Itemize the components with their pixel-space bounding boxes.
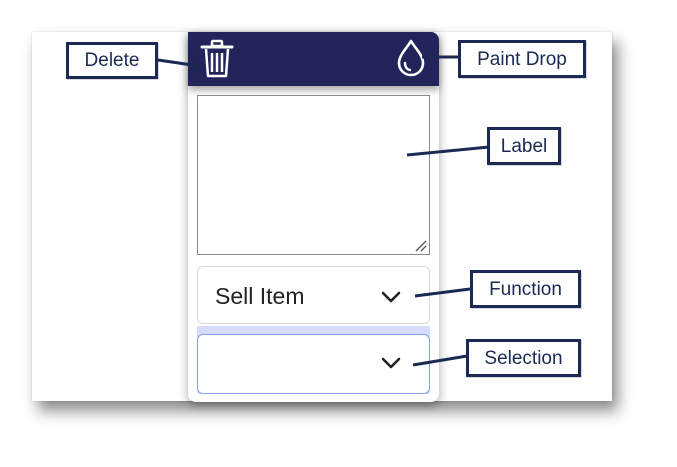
callout-paint-drop-text: Paint Drop (477, 48, 567, 70)
callout-paint-drop: Paint Drop (458, 40, 586, 78)
paint-drop-button[interactable] (394, 38, 428, 78)
callout-label-text: Label (500, 135, 548, 157)
label-textarea[interactable] (197, 95, 430, 255)
callout-function-text: Function (489, 278, 562, 300)
callout-delete-text: Delete (84, 50, 140, 71)
callout-selection-text: Selection (484, 347, 563, 369)
paint-drop-icon (397, 39, 425, 77)
trash-icon (200, 39, 234, 78)
function-dropdown[interactable]: Sell Item (197, 266, 430, 324)
function-dropdown-value: Sell Item (215, 283, 305, 309)
selection-dropdown[interactable] (197, 334, 430, 394)
callout-selection: Selection (466, 339, 581, 377)
delete-button[interactable] (199, 39, 235, 79)
chevron-down-icon (381, 291, 401, 303)
callout-function: Function (470, 270, 581, 308)
callout-delete: Delete (66, 42, 158, 79)
chevron-down-icon (381, 357, 401, 369)
resize-handle-icon[interactable] (413, 238, 427, 252)
callout-label: Label (487, 127, 561, 165)
